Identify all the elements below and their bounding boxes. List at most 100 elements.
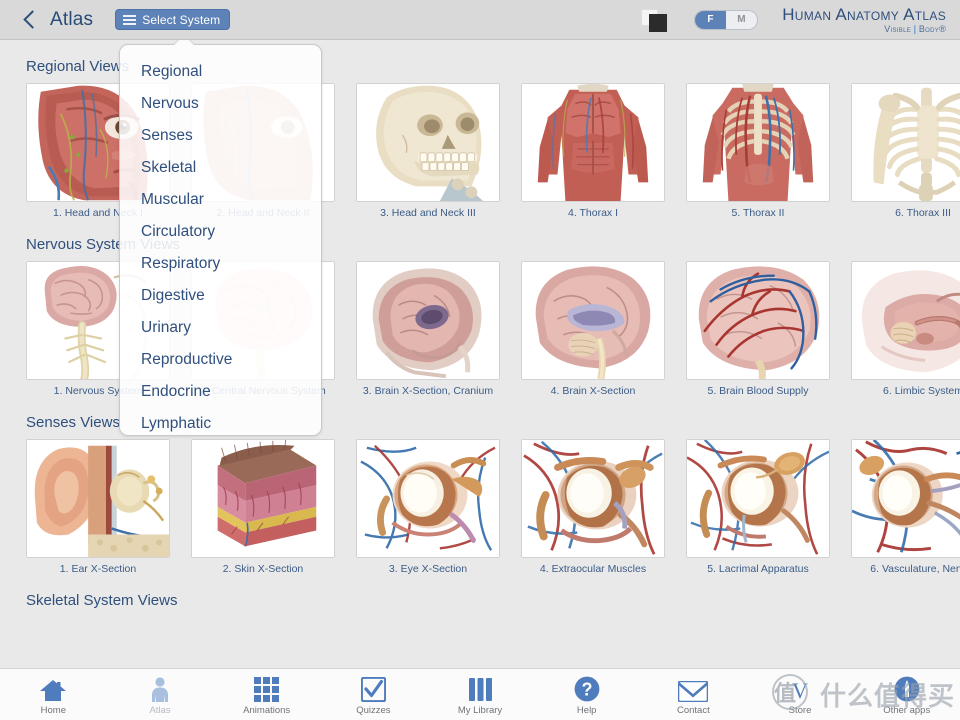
view-card[interactable]: 5. Thorax II <box>686 83 830 219</box>
dropdown-item-muscular[interactable]: Muscular <box>120 184 321 216</box>
checkbox-icon <box>360 676 386 702</box>
section-title-skeletal: Skeletal System Views <box>26 592 178 609</box>
view-thumbnail[interactable] <box>851 83 960 202</box>
tab-store[interactable]: V Store <box>747 669 854 720</box>
store-icon: V <box>785 676 815 702</box>
gender-toggle-female[interactable]: F <box>695 10 727 29</box>
bottom-tabbar: Home Atlas Animations Quizzes My Library… <box>0 668 960 720</box>
person-icon <box>149 676 171 702</box>
view-card[interactable]: 4. Thorax I <box>521 83 665 219</box>
view-card[interactable]: 6. Thorax III <box>851 83 960 219</box>
app-root: Atlas Select System F M Human Anatomy At… <box>0 0 960 720</box>
view-card[interactable]: 2. Skin X-Section <box>191 439 335 575</box>
view-caption: 3. Brain X-Section, Cranium <box>362 385 494 397</box>
dropdown-item-lymphatic[interactable]: Lymphatic <box>120 408 321 440</box>
view-thumbnail[interactable] <box>26 439 170 558</box>
view-thumbnail[interactable] <box>356 83 500 202</box>
logo-divider-mark: ❙ <box>911 23 919 34</box>
dropdown-item-circulatory[interactable]: Circulatory <box>120 216 321 248</box>
ear-art <box>27 440 169 557</box>
dropdown-item-respiratory[interactable]: Respiratory <box>120 248 321 280</box>
view-card[interactable]: 3. Eye X-Section <box>356 439 500 575</box>
tab-quizzes-label: Quizzes <box>356 705 391 716</box>
envelope-icon <box>678 676 709 702</box>
thorax-ribs-vessels-art <box>687 84 829 201</box>
select-system-label: Select System <box>142 12 221 27</box>
tab-my-library[interactable]: My Library <box>427 669 534 720</box>
tab-help[interactable]: ? Help <box>533 669 640 720</box>
view-caption: 3. Eye X-Section <box>388 563 468 575</box>
eye-art <box>357 440 499 557</box>
question-icon: ? <box>574 676 600 702</box>
view-thumbnail[interactable] <box>356 261 500 380</box>
view-card[interactable]: 5. Brain Blood Supply <box>686 261 830 397</box>
dropdown-item-digestive[interactable]: Digestive <box>120 280 321 312</box>
view-caption: 3. Head and Neck III <box>380 207 476 219</box>
view-thumbnail[interactable] <box>851 261 960 380</box>
view-card[interactable]: 4. Extraocular Muscles <box>521 439 665 575</box>
brain-cranium-art <box>357 262 499 379</box>
view-caption: 4. Brain X-Section <box>550 385 636 397</box>
dropdown-item-nervous[interactable]: Nervous <box>120 88 321 120</box>
tab-animations[interactable]: Animations <box>213 669 320 720</box>
other-apps-icon <box>894 676 920 702</box>
view-thumbnail[interactable] <box>686 83 830 202</box>
tab-home-label: Home <box>40 705 66 716</box>
tab-quizzes[interactable]: Quizzes <box>320 669 427 720</box>
view-card[interactable]: 6. Vasculature, Nerves <box>851 439 960 575</box>
tab-home[interactable]: Home <box>0 669 107 720</box>
thorax-muscles-art <box>522 84 664 201</box>
logo-title: Human Anatomy Atlas <box>782 4 946 24</box>
tab-help-label: Help <box>576 705 597 716</box>
thorax-skeleton-art <box>852 84 960 201</box>
view-caption: 5. Thorax II <box>731 207 785 219</box>
view-thumbnail[interactable] <box>521 83 665 202</box>
view-caption: 5. Brain Blood Supply <box>707 385 809 397</box>
svg-text:V: V <box>792 678 808 702</box>
eye-lacrimal-art <box>687 440 829 557</box>
grid-icon <box>254 676 280 702</box>
gender-toggle[interactable]: F M <box>694 9 759 30</box>
tab-contact-label: Contact <box>676 705 710 716</box>
view-thumbnail[interactable] <box>521 439 665 558</box>
chevron-left-icon[interactable] <box>22 9 38 31</box>
view-card[interactable]: 6. Limbic System <box>851 261 960 397</box>
tab-contact[interactable]: Contact <box>640 669 747 720</box>
svg-text:?: ? <box>581 680 592 700</box>
home-icon <box>39 676 67 702</box>
brain-vessels-art <box>687 262 829 379</box>
tab-animations-label: Animations <box>243 705 291 716</box>
dropdown-item-endocrine[interactable]: Endocrine <box>120 376 321 408</box>
view-caption: 6. Thorax III <box>895 207 951 219</box>
dropdown-item-regional[interactable]: Regional <box>120 56 321 88</box>
view-card[interactable]: 3. Head and Neck III <box>356 83 500 219</box>
view-thumbnail[interactable] <box>851 439 960 558</box>
select-system-dropdown[interactable]: Regional Nervous Senses Skeletal Muscula… <box>119 35 322 436</box>
books-icon <box>468 676 493 702</box>
app-header: Atlas Select System F M Human Anatomy At… <box>0 0 960 40</box>
view-card[interactable]: 4. Brain X-Section <box>521 261 665 397</box>
skin-art <box>192 440 334 557</box>
dropdown-item-skeletal[interactable]: Skeletal <box>120 152 321 184</box>
view-thumbnail[interactable] <box>521 261 665 380</box>
view-thumbnail[interactable] <box>686 261 830 380</box>
tab-other-apps[interactable]: Other apps <box>853 669 960 720</box>
select-system-button[interactable]: Select System <box>115 9 231 30</box>
dropdown-item-senses[interactable]: Senses <box>120 120 321 152</box>
dropdown-item-reproductive[interactable]: Reproductive <box>120 344 321 376</box>
tab-my-library-label: My Library <box>457 705 503 716</box>
view-card[interactable]: 5. Lacrimal Apparatus <box>686 439 830 575</box>
view-card[interactable]: 3. Brain X-Section, Cranium <box>356 261 500 397</box>
view-thumbnail[interactable] <box>686 439 830 558</box>
view-caption: 6. Limbic System <box>883 385 960 397</box>
brain-sagittal-art <box>522 262 664 379</box>
gender-toggle-male[interactable]: M <box>726 10 758 29</box>
view-thumbnail[interactable] <box>191 439 335 558</box>
tab-atlas[interactable]: Atlas <box>107 669 214 720</box>
view-thumbnail[interactable] <box>356 439 500 558</box>
logo-subtitle: Visible❙Body® <box>782 23 946 34</box>
dropdown-item-urinary[interactable]: Urinary <box>120 312 321 344</box>
view-card[interactable]: 1. Ear X-Section <box>26 439 170 575</box>
background-color-toggle-icon[interactable] <box>640 7 672 33</box>
view-caption: 1. Ear X-Section <box>59 563 137 575</box>
